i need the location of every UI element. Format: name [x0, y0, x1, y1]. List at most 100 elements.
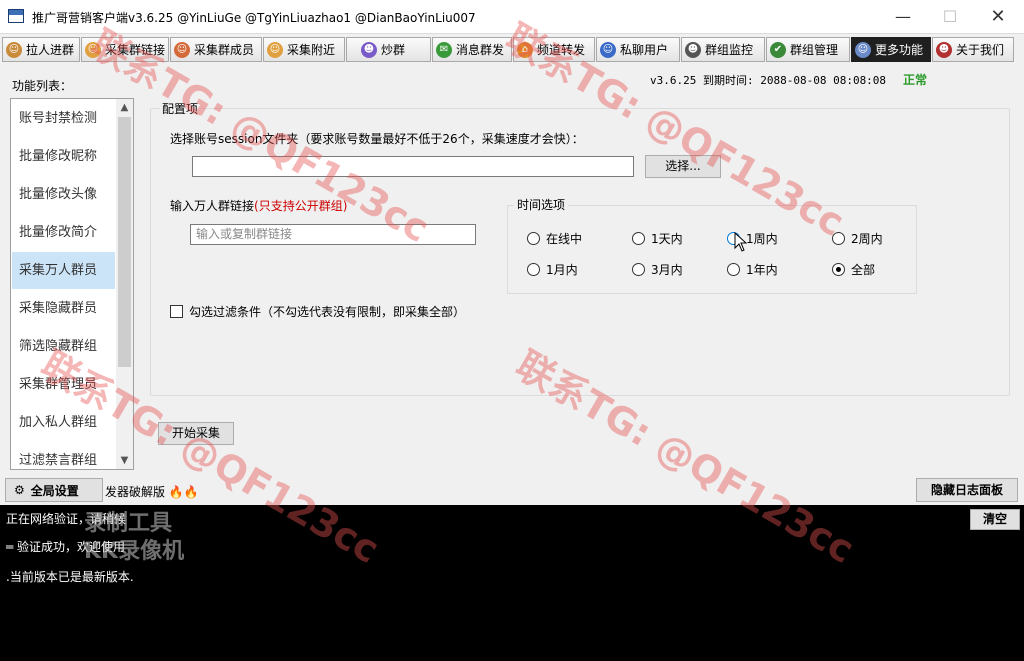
sidebar-item-batch-avatar[interactable]: 批量修改头像 — [12, 176, 115, 213]
sidebar-item-collect-large-group[interactable]: 采集万人群员 — [12, 252, 115, 289]
radio-1day[interactable]: 1天内 — [632, 230, 683, 247]
sidebar-item-batch-nickname[interactable]: 批量修改昵称 — [12, 138, 115, 175]
global-settings-label: 全局设置 — [30, 483, 79, 498]
tab-more-functions[interactable]: ☺ 更多功能 — [851, 37, 931, 62]
sidebar-item-filter-hidden-groups[interactable]: 筛选隐藏群组 — [12, 328, 115, 365]
tab-label: 更多功能 — [875, 43, 924, 57]
more-icon: ☺ — [855, 41, 871, 58]
close-button[interactable]: ✕ — [984, 6, 1012, 28]
gear-icon: ⚙ — [14, 483, 25, 497]
radio-1year[interactable]: 1年内 — [727, 261, 778, 278]
tab-label: 消息群发 — [456, 43, 505, 57]
time-options-legend: 时间选项 — [514, 196, 569, 213]
tab-private-chat[interactable]: ☺ 私聊用户 — [596, 37, 680, 62]
manage-icon: ✔ — [770, 41, 786, 58]
group-link-input[interactable]: 输入或复制群链接 — [190, 224, 476, 245]
start-collect-button[interactable]: 开始采集 — [158, 422, 234, 445]
tab-pull-members[interactable]: ☺ 拉人进群 — [2, 37, 80, 62]
group-link-label: 输入万人群链接(只支持公开群组) — [170, 197, 347, 214]
radio-circle — [632, 232, 645, 245]
function-list-title: 功能列表： — [12, 79, 73, 93]
time-options-group — [507, 205, 917, 294]
tab-message-broadcast[interactable]: ✉ 消息群发 — [432, 37, 512, 62]
sidebar-item-account-ban-check[interactable]: 账号封禁检测 — [12, 100, 115, 137]
function-list[interactable]: 账号封禁检测 批量修改昵称 批量修改头像 批量修改简介 采集万人群员 采集隐藏群… — [10, 98, 134, 470]
recorder-watermark-line: KK录像机 — [84, 539, 185, 564]
radio-label: 1月内 — [546, 263, 578, 277]
tab-label: 采集群成员 — [194, 43, 255, 57]
session-folder-label: 选择账号session文件夹（要求账号数量最好不低于26个，采集速度才会快）： — [170, 132, 584, 146]
sidebar-item-batch-bio[interactable]: 批量修改简介 — [12, 214, 115, 251]
sidebar-item-collect-hidden-members[interactable]: 采集隐藏群员 — [12, 290, 115, 327]
tab-channel-forward[interactable]: ⌂ 频道转发 — [513, 37, 595, 62]
config-legend: 配置项 — [160, 100, 201, 117]
face-icon: ☺ — [85, 41, 101, 58]
checkbox-box — [170, 305, 183, 318]
about-icon: ☻ — [936, 41, 952, 58]
radio-label: 2周内 — [851, 232, 883, 246]
tab-collect-members[interactable]: ☺ 采集群成员 — [170, 37, 262, 62]
tab-label: 拉人进群 — [26, 43, 75, 57]
session-folder-input[interactable] — [192, 156, 634, 177]
sidebar-item-join-private-group[interactable]: 加入私人群组 — [12, 404, 115, 441]
crack-version-label: 发器破解版 🔥🔥 — [105, 483, 199, 500]
radio-label: 在线中 — [546, 232, 583, 246]
radio-label: 1年内 — [746, 263, 778, 277]
maximize-button[interactable]: ☐ — [936, 6, 964, 28]
tab-label: 频道转发 — [537, 43, 586, 57]
tab-label: 私聊用户 — [620, 43, 669, 57]
tab-label: 关于我们 — [956, 43, 1005, 57]
tab-hype-group[interactable]: ☻ 炒群 — [346, 37, 431, 62]
radio-circle — [727, 263, 740, 276]
version-expiry-text: v3.6.25 到期时间: 2088-08-08 08:08:08 — [650, 74, 887, 87]
message-icon: ✉ — [436, 41, 452, 58]
radio-3months[interactable]: 3月内 — [632, 261, 683, 278]
radio-label: 1天内 — [651, 232, 683, 246]
log-line: .当前版本已是最新版本. — [6, 570, 134, 584]
filter-checkbox-label: 勾选过滤条件（不勾选代表没有限制，即采集全部） — [189, 305, 466, 319]
tab-bar: ☺ 拉人进群 ☺ 采集群链接 ☺ 采集群成员 ☺ 采集附近 ☻ 炒群 ✉ 消息群… — [0, 35, 1024, 63]
recorder-watermark-line: 录制工具 — [84, 511, 173, 536]
radio-2weeks[interactable]: 2周内 — [832, 230, 883, 247]
scroll-up-icon[interactable]: ▲ — [116, 99, 133, 116]
radio-online[interactable]: 在线中 — [527, 230, 582, 247]
sidebar-item-collect-admins[interactable]: 采集群管理员 — [12, 366, 115, 403]
tab-collect-links[interactable]: ☺ 采集群链接 — [81, 37, 169, 62]
tab-label: 采集附近 — [287, 43, 336, 57]
recorder-watermark: 录制工具 KK录像机 — [84, 510, 184, 566]
tab-group-manage[interactable]: ✔ 群组管理 — [766, 37, 850, 62]
radio-circle — [832, 263, 845, 276]
tab-group-monitor[interactable]: ☻ 群组监控 — [681, 37, 765, 62]
choose-folder-button[interactable]: 选择... — [645, 155, 721, 178]
radio-label: 1周内 — [746, 232, 778, 246]
tab-about-us[interactable]: ☻ 关于我们 — [932, 37, 1014, 62]
tab-label: 群组管理 — [790, 43, 839, 57]
sidebar-scrollbar[interactable]: ▲ ▼ — [116, 99, 133, 469]
radio-circle — [832, 232, 845, 245]
radio-all[interactable]: 全部 — [832, 261, 875, 278]
sidebar-item-filter-muted-groups[interactable]: 过滤禁言群组 — [12, 442, 115, 469]
scroll-thumb[interactable] — [118, 117, 131, 367]
radio-1month[interactable]: 1月内 — [527, 261, 578, 278]
clear-log-button[interactable]: 清空 — [970, 509, 1020, 530]
face-icon: ☺ — [267, 41, 283, 58]
minimize-button[interactable]: — — [889, 6, 917, 28]
hide-log-button[interactable]: 隐藏日志面板 — [916, 478, 1018, 502]
crack-version-text: 发器破解版 — [105, 485, 166, 499]
scroll-down-icon[interactable]: ▼ — [116, 452, 133, 469]
tab-collect-nearby[interactable]: ☺ 采集附近 — [263, 37, 345, 62]
face-icon: ☺ — [174, 41, 190, 58]
title-bar: 推广哥营销客户端v3.6.25 @YinLiuGe @TgYinLiuazhao… — [0, 0, 1024, 34]
tab-label: 群组监控 — [705, 43, 754, 57]
filter-checkbox[interactable]: 勾选过滤条件（不勾选代表没有限制，即采集全部） — [170, 303, 465, 320]
global-settings-button[interactable]: ⚙ 全局设置 — [5, 478, 103, 502]
user-icon: ☺ — [600, 41, 616, 58]
radio-circle — [527, 263, 540, 276]
mouse-cursor-icon — [734, 232, 748, 252]
group-icon: ☻ — [361, 41, 377, 58]
group-link-label-text: 输入万人群链接 — [170, 199, 255, 213]
radio-label: 全部 — [851, 263, 876, 277]
radio-circle — [632, 263, 645, 276]
window-title: 推广哥营销客户端v3.6.25 @YinLiuGe @TgYinLiuazhao… — [32, 11, 476, 25]
channel-icon: ⌂ — [517, 41, 533, 58]
